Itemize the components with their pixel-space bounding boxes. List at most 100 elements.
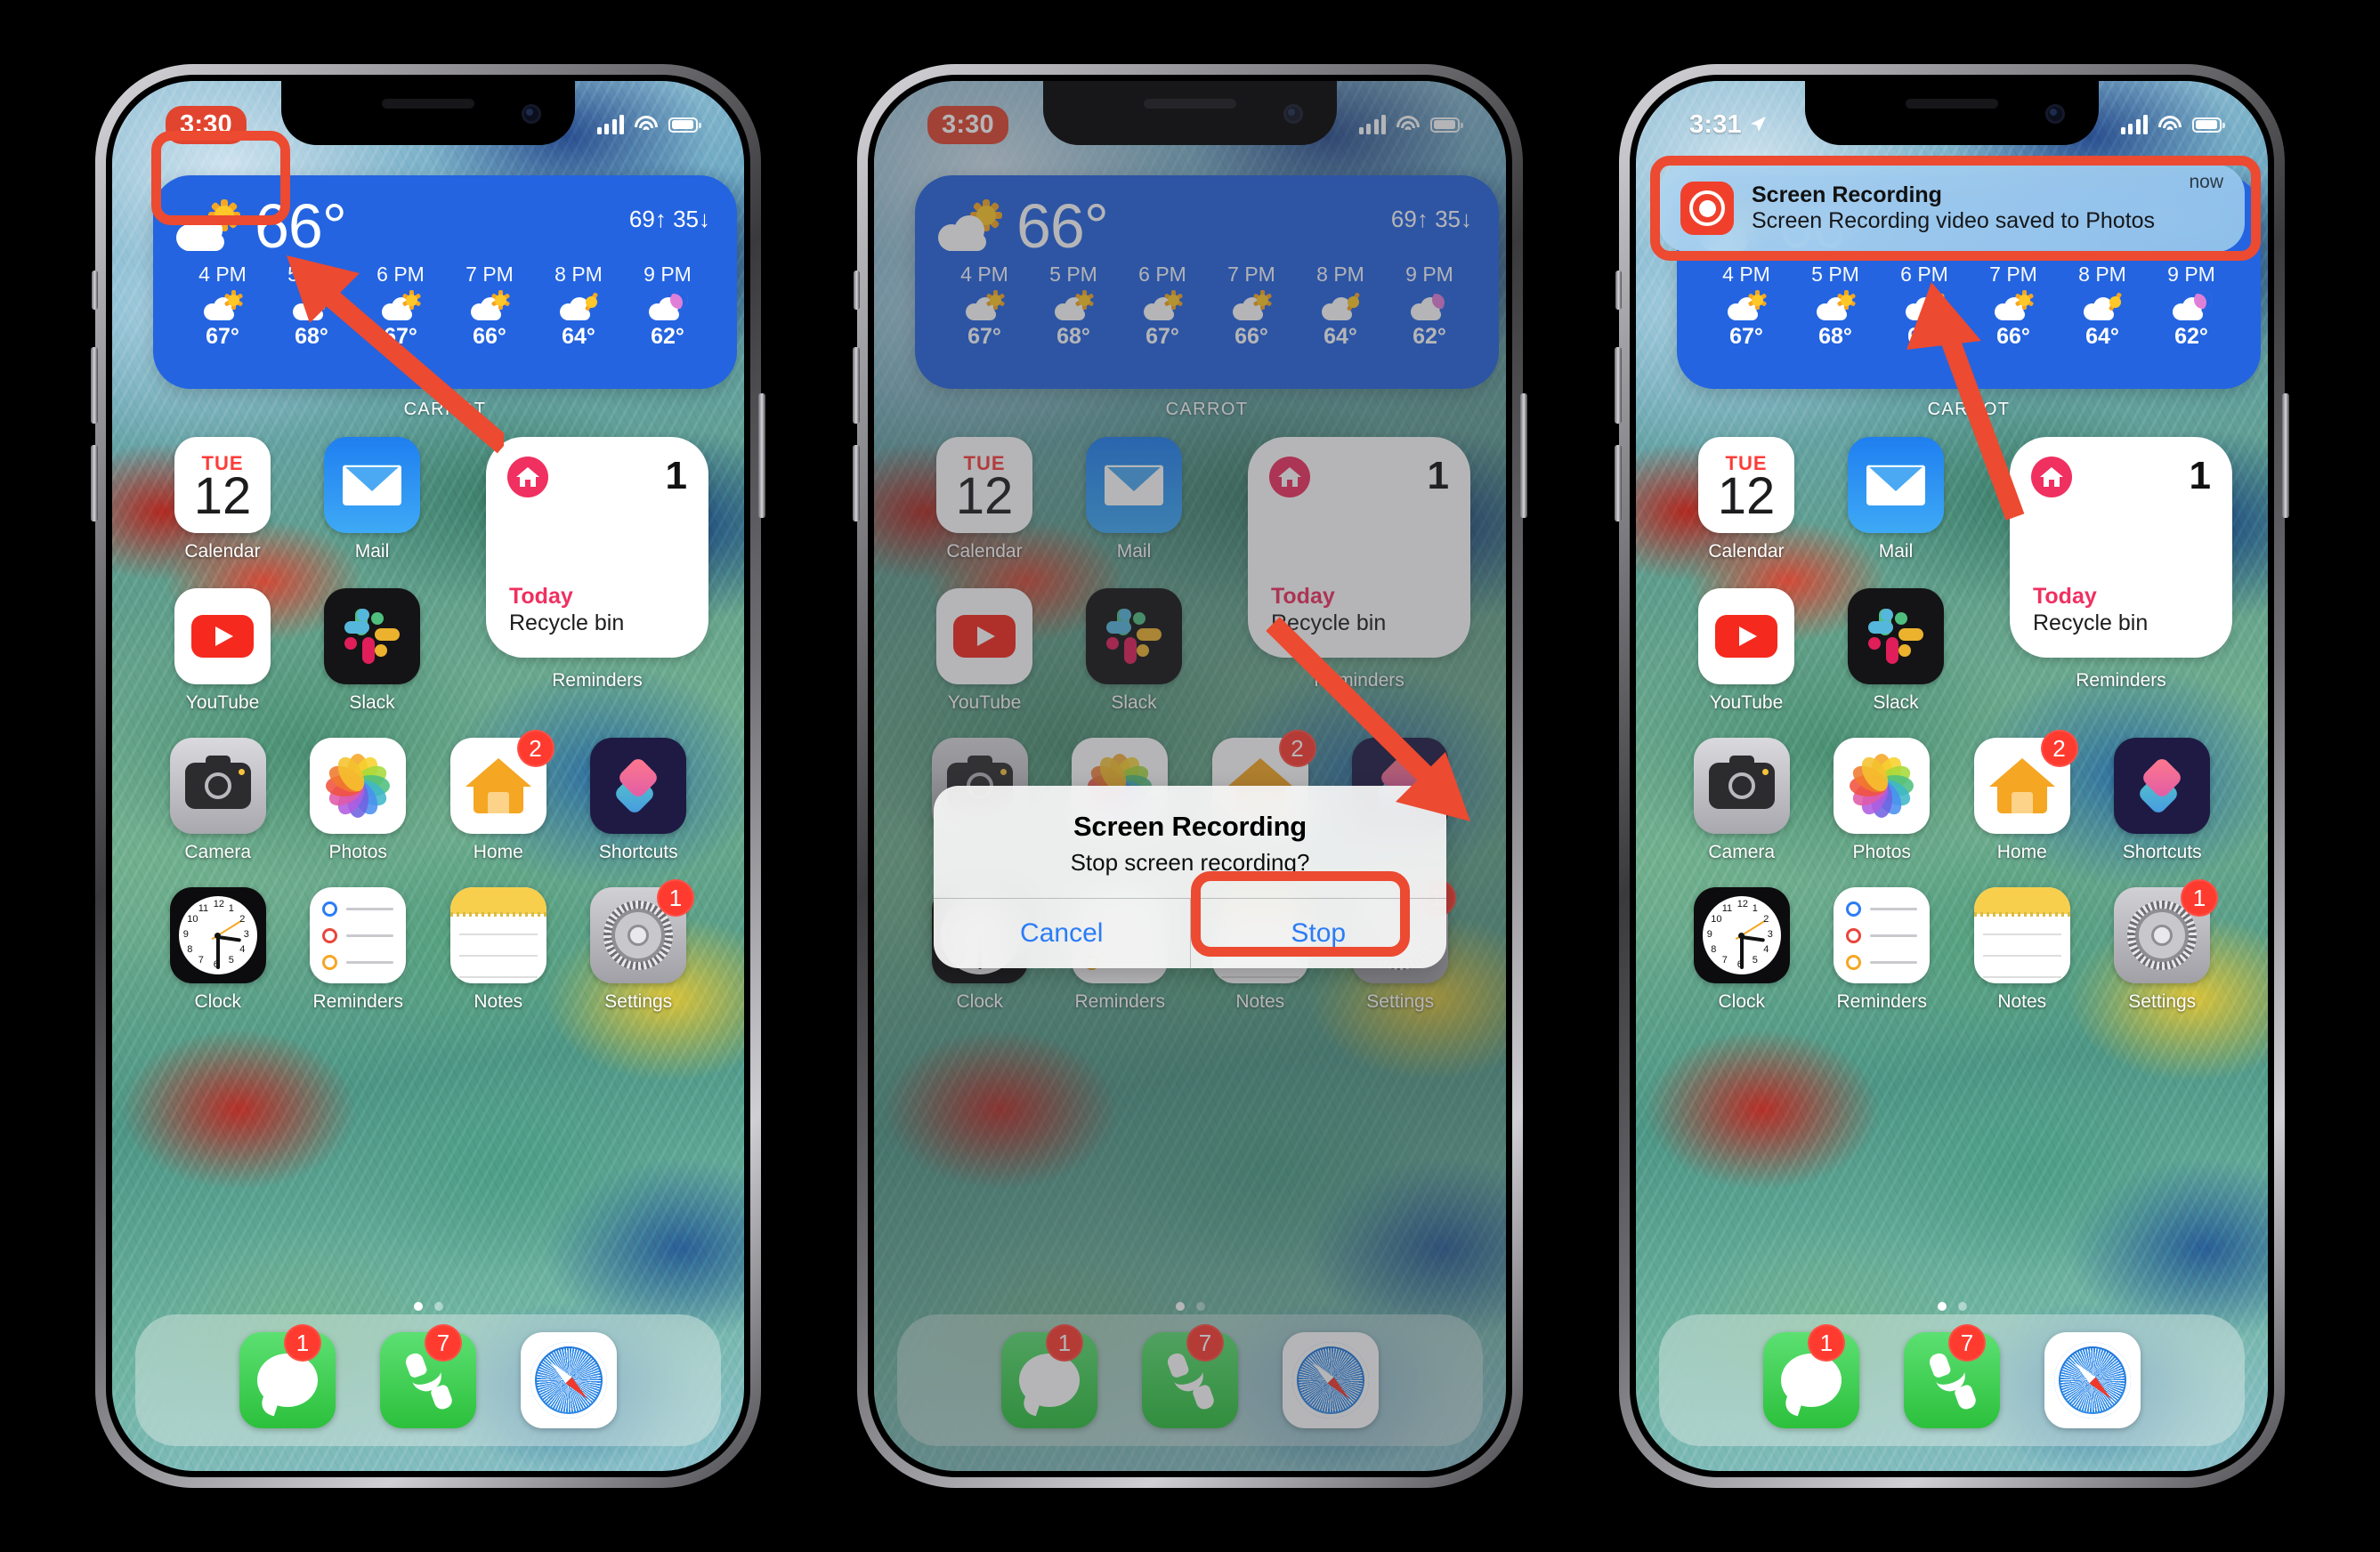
volume-up-button[interactable] (91, 347, 98, 424)
app-label: Notes (474, 991, 523, 1012)
wifi-icon (2158, 116, 2182, 133)
notes-icon (449, 887, 546, 983)
partly-cloudy-day-icon (469, 290, 510, 320)
clock-numeral: 9 (1706, 929, 1712, 940)
power-button[interactable] (1520, 393, 1527, 518)
mute-switch[interactable] (854, 271, 860, 310)
dock-item-phone[interactable]: 7 (380, 1324, 476, 1428)
screenshot-stage: 3:30 66° 69↑ 35↓ 4 PM 67° 5 PM 68° 6 PM … (0, 0, 2380, 1552)
reminders-widget[interactable]: 1 Today Recycle bin Reminders (486, 437, 708, 691)
app-label: Calendar (1708, 541, 1785, 562)
app-icon-camera[interactable]: Camera (148, 738, 288, 887)
app-icon-reminders[interactable]: Reminders (288, 887, 429, 1037)
mail-icon (324, 437, 420, 533)
clock-numeral: 1 (228, 902, 234, 914)
partly-cloudy-day-icon (380, 290, 421, 320)
app-label: Settings (2128, 991, 2197, 1012)
app-icon-mail[interactable]: Mail (297, 437, 447, 588)
phone-1-status-time[interactable]: 3:30 (166, 105, 247, 144)
volume-up-button[interactable] (853, 347, 860, 424)
app-icon-youtube[interactable]: YouTube (148, 588, 297, 738)
app-label: Camera (1708, 842, 1776, 862)
power-button[interactable] (2282, 393, 2289, 518)
earpiece-speaker (382, 99, 474, 109)
cellular-signal-icon (2120, 115, 2148, 134)
app-icon-calendar[interactable]: TUE 12 Calendar (1672, 437, 1821, 588)
app-icon-home[interactable]: 2 Home (428, 730, 569, 887)
clock-numeral: 7 (1721, 955, 1728, 966)
weather-widget[interactable]: 66° 69↑ 35↓ 4 PM 67° 5 PM (153, 175, 737, 419)
weather-hour-cell: 8 PM 64° (2061, 263, 2143, 350)
app-label: YouTube (1709, 692, 1784, 713)
reminders-widget-header: 1 (2031, 457, 2211, 497)
hour-label: 8 PM (555, 263, 603, 286)
reminders-task: Recycle bin (509, 610, 625, 635)
app-label: Photos (328, 842, 387, 862)
hour-label: 5 PM (287, 263, 336, 286)
volume-down-button[interactable] (1615, 445, 1622, 521)
power-button[interactable] (758, 393, 765, 518)
clock-numeral: 4 (239, 944, 246, 955)
reminders-widget[interactable]: 1 Today Recycle bin Reminders (2010, 437, 2232, 691)
app-icon-notes[interactable]: Notes (1952, 887, 2093, 1037)
app-icon-reminders[interactable]: Reminders (1812, 887, 1953, 1037)
badge-home: 2 (2040, 730, 2078, 767)
app-icon-settings[interactable]: 1 Settings (2093, 879, 2233, 1037)
clock-numeral: 6 (1736, 959, 1743, 970)
app-row-3: Camera Photos 2 Home (148, 730, 709, 887)
weather-hour-cell: 4 PM 67° (1705, 263, 1787, 350)
photos-icon (1834, 738, 1931, 834)
dock-item-phone[interactable]: 7 (1904, 1324, 2000, 1428)
mute-switch[interactable] (1615, 271, 1622, 310)
dock-item-safari[interactable] (2044, 1332, 2141, 1428)
app-icon-calendar[interactable]: TUE 12 Calendar (148, 437, 297, 588)
weather-hour-cell: 8 PM 64° (538, 263, 619, 350)
app-icon-camera[interactable]: Camera (1672, 738, 1812, 887)
volume-down-button[interactable] (853, 445, 860, 521)
clock-numeral: 5 (228, 955, 234, 966)
app-icon-slack[interactable]: Slack (1821, 588, 1971, 738)
clock-numeral: 11 (198, 902, 209, 914)
app-icon-slack[interactable]: Slack (297, 588, 447, 738)
calendar-day: 12 (193, 467, 252, 526)
app-icon-home[interactable]: 2 Home (1952, 730, 2093, 887)
app-icon-photos[interactable]: Photos (288, 738, 429, 887)
app-icon-shortcuts[interactable]: Shortcuts (569, 738, 709, 887)
volume-down-button[interactable] (91, 445, 98, 521)
slack-icon (1848, 588, 1944, 684)
app-icon-clock[interactable]: 123456789101112 Clock (1672, 887, 1812, 1037)
weather-hour-cell: 6 PM 67° (1883, 263, 1965, 350)
mute-switch[interactable] (92, 271, 98, 310)
app-icon-shortcuts[interactable]: Shortcuts (2093, 738, 2233, 887)
alert-dim-overlay[interactable] (874, 81, 1506, 1471)
cancel-button[interactable]: Cancel (934, 899, 1190, 968)
calendar-icon: TUE 12 (1698, 437, 1794, 533)
weather-hour-cell: 9 PM 62° (627, 263, 708, 350)
dock-item-safari[interactable] (521, 1332, 617, 1428)
clock-numeral: 1 (1752, 902, 1758, 914)
app-label: Clock (1718, 991, 1765, 1012)
hour-label: 4 PM (198, 263, 247, 286)
weather-hour-cell: 9 PM 62° (2150, 263, 2232, 350)
app-icon-mail[interactable]: Mail (1821, 437, 1971, 588)
screen-recording-notification[interactable]: Screen Recording Screen Recording video … (1659, 165, 2245, 252)
notch (1805, 81, 2099, 145)
partly-cloudy-night-icon (647, 290, 688, 320)
volume-up-button[interactable] (1615, 347, 1622, 424)
app-row-4: 123456789101112 Clock Reminders (148, 879, 709, 1037)
dock-item-messages[interactable]: 1 (239, 1324, 336, 1428)
app-label: Clock (194, 991, 241, 1012)
app-icon-youtube[interactable]: YouTube (1672, 588, 1821, 738)
page-dots[interactable] (1636, 1302, 2268, 1311)
dock-item-messages[interactable]: 1 (1763, 1324, 1859, 1428)
app-icon-settings[interactable]: 1 Settings (569, 879, 709, 1037)
clock-numeral: 3 (243, 929, 249, 940)
app-icon-notes[interactable]: Notes (428, 887, 569, 1037)
page-dots[interactable] (112, 1302, 744, 1311)
stop-button[interactable]: Stop (1189, 899, 1447, 968)
weather-widget-label: CARROT (1927, 400, 2011, 419)
reminders-icon (310, 887, 407, 983)
app-icon-clock[interactable]: 123456789101112 Clock (148, 887, 288, 1037)
phone-1: 3:30 66° 69↑ 35↓ 4 PM 67° 5 PM 68° 6 PM … (91, 64, 765, 1488)
app-icon-photos[interactable]: Photos (1812, 738, 1953, 887)
